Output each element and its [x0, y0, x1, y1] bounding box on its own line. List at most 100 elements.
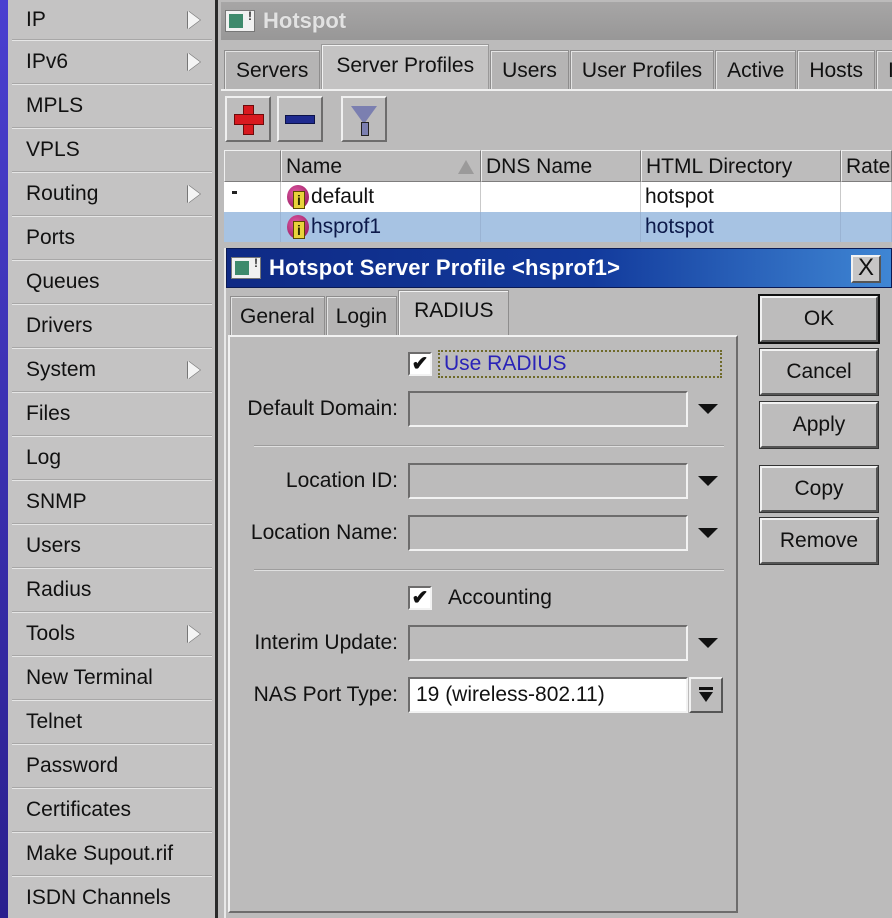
sidebar-item-new-terminal[interactable]: New Terminal	[12, 656, 212, 700]
sidebar-item-label: IP	[26, 8, 46, 31]
sidebar-item-files[interactable]: Files	[12, 392, 212, 436]
table-row[interactable]: default hotspot	[224, 182, 892, 212]
sidebar-item-label: IPv6	[26, 50, 69, 73]
sidebar-item-certificates[interactable]: Certificates	[12, 788, 212, 832]
row-dns-name	[481, 182, 641, 212]
interim-update-row: Interim Update:	[230, 623, 736, 663]
row-name-text: hsprof1	[311, 215, 382, 238]
column-html-directory[interactable]: HTML Directory	[641, 150, 841, 182]
sidebar-item-ip[interactable]: IP	[12, 0, 212, 40]
sidebar-item-snmp[interactable]: SNMP	[12, 480, 212, 524]
sidebar-item-label: ISDN Channels	[26, 886, 171, 909]
hotspot-title: Hotspot	[263, 8, 347, 33]
sidebar-item-label: VPLS	[26, 138, 80, 161]
accounting-checkbox[interactable]: ✔	[408, 586, 432, 610]
sidebar-item-log[interactable]: Log	[12, 436, 212, 480]
filter-icon	[351, 106, 377, 136]
accounting-row: ✔ Accounting	[408, 583, 556, 613]
location-name-label: Location Name:	[250, 521, 398, 544]
hotspot-title-bar[interactable]: Hotspot	[221, 2, 892, 40]
tab-hosts[interactable]: Hosts	[797, 50, 875, 90]
tab-server-profiles[interactable]: Server Profiles	[321, 44, 490, 90]
column-name[interactable]: Name	[281, 150, 481, 182]
interim-update-input[interactable]	[408, 625, 688, 661]
row-rate	[841, 182, 892, 212]
cancel-button[interactable]: Cancel	[759, 348, 879, 396]
sidebar-items: IP IPv6 MPLS VPLS Routing Ports Queues Drivers S…	[12, 0, 212, 918]
sidebar-accent-bar	[0, 0, 8, 918]
add-button[interactable]	[225, 96, 271, 142]
sidebar-menu: IP IPv6 MPLS VPLS Routing Ports Queues Drivers S…	[0, 0, 218, 918]
row-name: default	[281, 182, 481, 212]
remove-icon	[285, 114, 315, 124]
sidebar-item-label: Ports	[26, 226, 76, 249]
tab-ip[interactable]: IP	[876, 50, 892, 90]
tab-user-profiles[interactable]: User Profiles	[569, 50, 715, 90]
tab-users[interactable]: Users	[490, 50, 569, 90]
tab-login[interactable]: Login	[325, 296, 398, 336]
row-flag	[224, 182, 281, 212]
column-name-label: Name	[286, 155, 343, 178]
sidebar-item-queues[interactable]: Queues	[12, 260, 212, 304]
sidebar-item-isdn-channels[interactable]: ISDN Channels	[12, 876, 212, 918]
server-profile-dialog: Hotspot Server Profile <hsprof1> X Gener…	[224, 248, 892, 918]
remove-button[interactable]	[277, 96, 323, 142]
sidebar-item-password[interactable]: Password	[12, 744, 212, 788]
separator	[254, 569, 724, 571]
submenu-arrow-icon	[188, 52, 200, 71]
ok-button[interactable]: OK	[758, 294, 880, 344]
close-button[interactable]: X	[851, 255, 881, 283]
default-domain-input[interactable]	[408, 391, 688, 427]
sidebar-item-radius[interactable]: Radius	[12, 568, 212, 612]
sidebar-item-ipv6[interactable]: IPv6	[12, 40, 212, 84]
location-name-input[interactable]	[408, 515, 688, 551]
profile-icon	[287, 215, 309, 239]
location-id-input[interactable]	[408, 463, 688, 499]
dialog-tabs: General Login RADIUS	[230, 290, 510, 336]
dialog-title-bar[interactable]: Hotspot Server Profile <hsprof1> X	[226, 248, 892, 288]
location-id-label: Location ID:	[285, 469, 398, 492]
interim-update-dropdown-icon[interactable]	[698, 638, 718, 648]
accounting-label[interactable]: Accounting	[444, 586, 556, 610]
sidebar-item-system[interactable]: System	[12, 348, 212, 392]
use-radius-checkbox[interactable]: ✔	[408, 352, 432, 376]
location-id-dropdown-icon[interactable]	[698, 476, 718, 486]
tab-active[interactable]: Active	[715, 50, 797, 90]
default-domain-dropdown-icon[interactable]	[698, 404, 718, 414]
remove-button[interactable]: Remove	[759, 517, 879, 565]
sidebar-item-make-supout-rif[interactable]: Make Supout.rif	[12, 832, 212, 876]
sidebar-item-vpls[interactable]: VPLS	[12, 128, 212, 172]
tab-radius[interactable]: RADIUS	[398, 290, 510, 336]
sidebar-item-label: Queues	[26, 270, 100, 293]
sidebar-item-mpls[interactable]: MPLS	[12, 84, 212, 128]
sidebar-item-ports[interactable]: Ports	[12, 216, 212, 260]
sidebar-item-users[interactable]: Users	[12, 524, 212, 568]
tab-servers[interactable]: Servers	[224, 50, 321, 90]
sidebar-item-drivers[interactable]: Drivers	[12, 304, 212, 348]
separator	[254, 445, 724, 447]
column-flag[interactable]	[224, 150, 281, 182]
apply-button[interactable]: Apply	[759, 401, 879, 449]
row-flag	[224, 212, 281, 242]
copy-button[interactable]: Copy	[759, 465, 879, 513]
sidebar-item-routing[interactable]: Routing	[12, 172, 212, 216]
sidebar-item-label: MPLS	[26, 94, 84, 117]
dialog-title: Hotspot Server Profile <hsprof1>	[269, 255, 621, 280]
sidebar-item-tools[interactable]: Tools	[12, 612, 212, 656]
location-id-row: Location ID:	[230, 461, 736, 501]
nas-port-type-dropdown-button[interactable]	[689, 677, 723, 713]
nas-port-type-select[interactable]: 19 (wireless-802.11)	[408, 677, 688, 713]
location-name-dropdown-icon[interactable]	[698, 528, 718, 538]
interim-update-label: Interim Update:	[254, 631, 398, 654]
tab-general[interactable]: General	[230, 296, 325, 336]
use-radius-label[interactable]: Use RADIUS	[438, 350, 722, 378]
nas-port-type-label: NAS Port Type:	[253, 683, 398, 706]
column-dns-name[interactable]: DNS Name	[481, 150, 641, 182]
sidebar-item-telnet[interactable]: Telnet	[12, 700, 212, 744]
tabs-divider	[221, 89, 892, 91]
filter-button[interactable]	[341, 96, 387, 142]
sidebar-item-label: Make Supout.rif	[26, 842, 174, 865]
profile-icon	[287, 185, 309, 209]
table-row-selected[interactable]: hsprof1 hotspot	[224, 212, 892, 242]
column-rate[interactable]: Rate	[841, 150, 892, 182]
